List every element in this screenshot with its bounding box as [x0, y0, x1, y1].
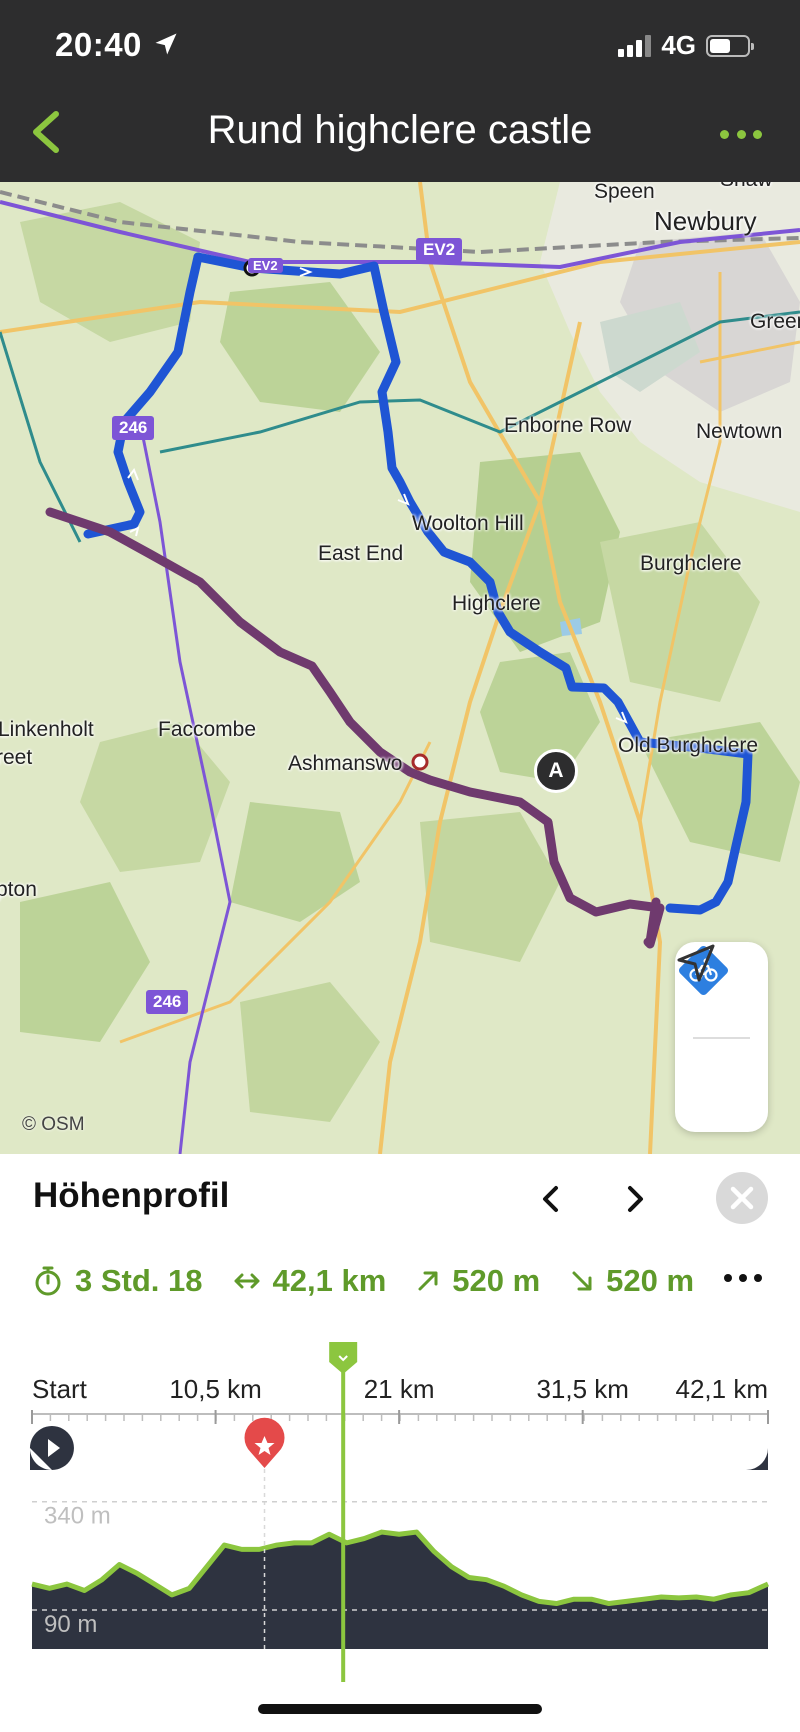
- x-tick-label: Start: [32, 1374, 88, 1404]
- map-label-reet: reet: [0, 746, 33, 769]
- road-badge-ev2: EV2: [416, 238, 463, 262]
- elevation-chart[interactable]: Start 10,5 km 21 km 31,5 km 42,1 km 340 …: [0, 1334, 800, 1694]
- route-marker-a[interactable]: A: [534, 749, 578, 793]
- controls-divider: [693, 1037, 750, 1039]
- next-button[interactable]: [620, 1182, 650, 1216]
- stat-distance-value: 42,1 km: [272, 1263, 387, 1298]
- distance-arrows-icon: [234, 1273, 259, 1289]
- network-type: 4G: [661, 30, 696, 60]
- stat-duration: 3 Std. 18: [33, 1263, 203, 1299]
- stopwatch-icon: [35, 1266, 61, 1296]
- map-label-green: Green: [750, 310, 800, 333]
- map-label-upton: pton: [0, 878, 37, 901]
- x-axis: Start 10,5 km 21 km 31,5 km 42,1 km: [31, 1374, 769, 1424]
- x-tick-label: 31,5 km: [536, 1374, 629, 1404]
- navigation-arrow-icon[interactable]: [675, 942, 717, 984]
- x-tick-label: 21 km: [364, 1374, 435, 1404]
- back-button[interactable]: [14, 100, 74, 164]
- x-tick-label: 10,5 km: [169, 1374, 262, 1404]
- map-label-shaw: Shaw: [720, 182, 773, 192]
- finish-flag-icon[interactable]: [736, 1426, 768, 1470]
- map-label-old-burghclere: Old Burghclere: [618, 734, 759, 757]
- stats-more-button[interactable]: [724, 1274, 762, 1288]
- home-indicator[interactable]: [258, 1704, 542, 1714]
- map-label-east-end: East End: [318, 542, 404, 565]
- elevation-panel: Höhenprofil 3 Std. 18 42,1 km 520 m 520 …: [0, 1154, 800, 1732]
- map-attribution[interactable]: © OSM: [22, 1114, 85, 1136]
- status-indicators: 4G: [618, 30, 754, 61]
- previous-button[interactable]: [536, 1182, 566, 1216]
- road-badge-246-south: 246: [146, 990, 189, 1014]
- elevation-area: [31, 1469, 770, 1649]
- map-label-woolton-hill: Woolton Hill: [412, 512, 524, 535]
- map-label-burghclere: Burghclere: [640, 552, 742, 575]
- y-reference-label: 90 m: [44, 1611, 97, 1638]
- descent-arrow-icon: [572, 1271, 592, 1291]
- location-arrow-icon: [155, 33, 177, 55]
- app-screen: 20:40 4G Rund highclere castle Speen New…: [0, 0, 800, 1732]
- cursor-handle[interactable]: [329, 1342, 358, 1374]
- map-label-speen: Speen: [594, 182, 655, 203]
- map-label-newbury: Newbury: [654, 206, 757, 236]
- x-tick-label: 42,1 km: [676, 1374, 769, 1404]
- route-stats: 3 Std. 18 42,1 km 520 m 520 m: [33, 1259, 773, 1303]
- route-markers: [29, 1417, 768, 1470]
- map-label-newtown: Newtown: [696, 420, 783, 443]
- stat-ascent: 520 m: [416, 1263, 540, 1299]
- signal-strength-icon: [618, 34, 652, 57]
- start-play-icon[interactable]: [29, 1426, 74, 1470]
- map-label-enborne-row: Enborne Row: [504, 414, 632, 437]
- map-label-faccombe: Faccombe: [158, 718, 257, 741]
- close-icon[interactable]: [716, 1172, 768, 1224]
- stat-ascent-value: 520 m: [452, 1263, 541, 1298]
- map-label-highclere: Highclere: [452, 592, 541, 615]
- map-controls: [675, 942, 768, 1132]
- page-title: Rund highclere castle: [207, 108, 593, 152]
- ascent-arrow-icon: [418, 1271, 438, 1291]
- battery-icon: [706, 34, 754, 57]
- road-badge-ev2-small: EV2: [248, 258, 283, 273]
- stat-duration-value: 3 Std. 18: [75, 1263, 203, 1298]
- map-label-ashmansworth: Ashmanswo: [288, 752, 403, 775]
- stat-descent: 520 m: [570, 1263, 694, 1299]
- panel-title: Höhenprofil: [33, 1176, 230, 1215]
- map-label-linkenholt: Linkenholt: [0, 718, 94, 741]
- stat-distance: 42,1 km: [233, 1263, 387, 1299]
- status-time: 20:40: [55, 26, 142, 63]
- route-map[interactable]: Speen Shaw Newbury Green Enborne Row New…: [0, 182, 800, 1154]
- top-bar: 20:40 4G Rund highclere castle: [0, 0, 800, 182]
- elevation-area-fill: [32, 1532, 768, 1649]
- y-reference-label: 340 m: [44, 1503, 111, 1530]
- road-badge-246-north: 246: [112, 416, 155, 440]
- waypoint-star-icon[interactable]: [244, 1417, 285, 1468]
- stat-descent-value: 520 m: [606, 1263, 695, 1298]
- more-dots-icon: [720, 129, 729, 139]
- more-options-button[interactable]: [720, 125, 762, 143]
